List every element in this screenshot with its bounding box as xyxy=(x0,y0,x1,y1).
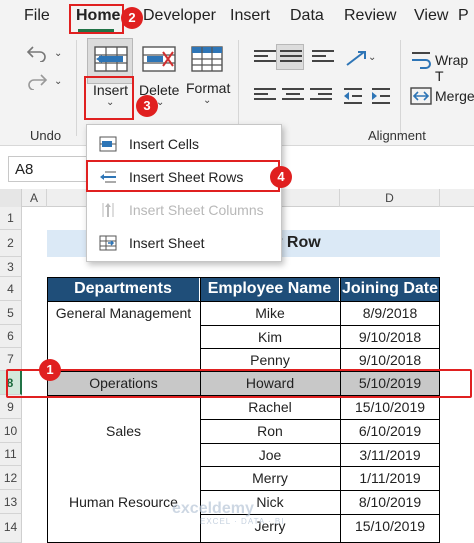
menu-item-insert-sheet-columns[interactable]: Insert Sheet Columns xyxy=(87,195,281,225)
step-badge-3: 3 xyxy=(136,95,158,117)
alignment-group-label: Alignment xyxy=(368,128,426,143)
align-bottom-icon[interactable] xyxy=(312,50,334,66)
redo-icon[interactable] xyxy=(26,72,48,90)
menu-data[interactable]: Data xyxy=(290,7,324,25)
align-left-icon[interactable] xyxy=(254,88,276,104)
row-header[interactable]: 9 xyxy=(0,395,22,419)
align-middle-icon[interactable] xyxy=(280,50,302,66)
callout-box-insert-sheet-rows xyxy=(86,160,280,192)
ribbon-divider xyxy=(238,40,239,136)
menu-developer[interactable]: Developer xyxy=(143,7,216,25)
menu-item-label: Insert Sheet Columns xyxy=(129,202,264,218)
row-header[interactable]: 3 xyxy=(0,257,22,277)
insert-cells-icon[interactable] xyxy=(93,44,129,74)
row-header[interactable]: 12 xyxy=(0,466,22,490)
row-header[interactable]: 11 xyxy=(0,443,22,466)
row-header[interactable]: 6 xyxy=(0,325,22,348)
menu-page-layout[interactable]: P xyxy=(458,7,469,25)
menu-view[interactable]: View xyxy=(414,7,448,25)
format-dropdown-chevron-icon[interactable]: ⌄ xyxy=(203,95,211,106)
delete-cells-icon[interactable] xyxy=(141,44,177,74)
menu-item-insert-cells[interactable]: Insert Cells xyxy=(87,129,281,159)
row-header[interactable]: 7 xyxy=(0,348,22,371)
format-button[interactable]: Format xyxy=(186,80,230,96)
row-header[interactable]: 2 xyxy=(0,230,22,257)
wrap-text-button[interactable]: Wrap T xyxy=(435,52,474,84)
table-gridline xyxy=(200,348,440,349)
undo-dropdown-chevron-icon[interactable]: ⌄ xyxy=(54,48,62,59)
row-header[interactable]: 10 xyxy=(0,419,22,443)
ribbon-divider xyxy=(400,40,401,136)
wrap-text-icon[interactable] xyxy=(410,50,432,70)
insert-sheet-columns-icon xyxy=(102,203,114,217)
selected-row-highlight xyxy=(6,369,472,398)
menu-item-label: Insert Sheet xyxy=(129,235,205,251)
insert-dropdown-menu: Insert Cells Insert Sheet Rows Insert Sh… xyxy=(86,124,282,262)
menu-insert[interactable]: Insert xyxy=(230,7,270,25)
merge-center-button[interactable]: Merge xyxy=(435,88,474,104)
watermark-logo: exceldemy xyxy=(172,500,254,517)
step-badge-1: 1 xyxy=(39,359,61,381)
align-center-icon[interactable] xyxy=(282,88,304,104)
align-top-icon[interactable] xyxy=(254,50,276,66)
watermark-tagline: EXCEL · DATA · BI xyxy=(200,517,285,526)
undo-group-label: Undo xyxy=(30,128,62,143)
step-badge-2: 2 xyxy=(121,7,143,29)
merge-center-icon[interactable] xyxy=(410,86,432,106)
row-header[interactable]: 14 xyxy=(0,514,22,543)
column-header-d[interactable]: D xyxy=(340,189,440,207)
insert-sheet-icon xyxy=(99,235,117,251)
table-gridline xyxy=(200,325,440,326)
callout-box-insert-button xyxy=(84,76,134,120)
increase-indent-icon[interactable] xyxy=(370,86,392,106)
orientation-icon[interactable] xyxy=(344,48,370,68)
row-header[interactable]: 1 xyxy=(0,207,22,230)
select-all-corner[interactable] xyxy=(0,189,22,207)
step-badge-4: 4 xyxy=(270,166,292,188)
redo-dropdown-chevron-icon[interactable]: ⌄ xyxy=(54,76,62,87)
table-gridline xyxy=(200,419,440,420)
menu-item-insert-sheet[interactable]: Insert Sheet xyxy=(87,228,281,258)
table-gridline xyxy=(340,277,341,543)
ribbon-divider xyxy=(76,40,77,136)
row-header[interactable]: 5 xyxy=(0,301,22,325)
menu-item-label: Insert Cells xyxy=(129,136,200,152)
row-header[interactable]: 4 xyxy=(0,277,22,301)
table-gridline xyxy=(200,443,440,444)
row-header[interactable]: 13 xyxy=(0,490,22,514)
menu-review[interactable]: Review xyxy=(344,7,396,25)
format-cells-icon[interactable] xyxy=(190,44,224,74)
undo-icon[interactable] xyxy=(26,44,48,62)
name-box[interactable]: A8 xyxy=(8,156,88,182)
table-gridline xyxy=(200,466,440,467)
orientation-dropdown-chevron-icon[interactable]: ⌄ xyxy=(368,52,376,63)
decrease-indent-icon[interactable] xyxy=(342,86,364,106)
table-gridline xyxy=(47,301,440,302)
callout-box-home-tab xyxy=(69,4,124,34)
table-gridline xyxy=(200,490,440,491)
menu-file[interactable]: File xyxy=(24,7,50,25)
align-right-icon[interactable] xyxy=(310,88,332,104)
insert-cells-icon xyxy=(99,136,117,152)
column-header-a[interactable]: A xyxy=(22,189,47,207)
